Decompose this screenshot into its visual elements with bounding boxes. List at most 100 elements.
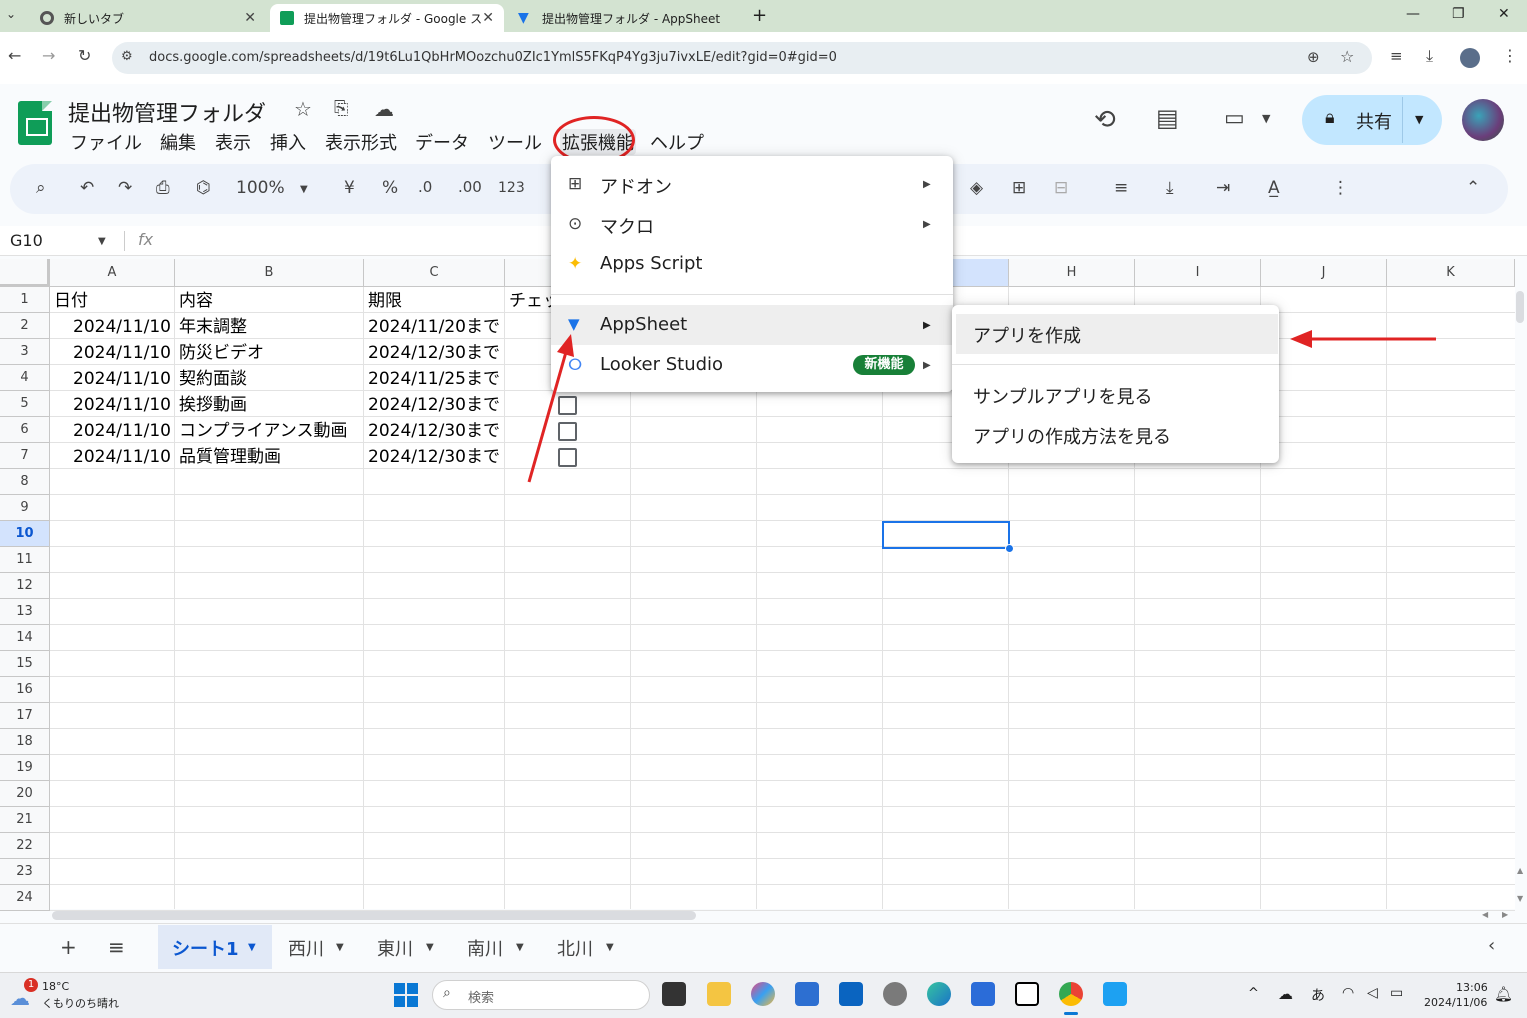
column-header[interactable]: H (1009, 259, 1135, 287)
sheet-tab-minamikawa[interactable]: 南川 (467, 935, 503, 961)
clock-time[interactable]: 13:06 (1456, 981, 1488, 994)
app-icon[interactable] (1103, 982, 1127, 1006)
row-header[interactable]: 3 (0, 339, 50, 365)
menu-item-appsheet[interactable]: AppSheet (600, 314, 687, 335)
file-explorer-icon[interactable] (707, 982, 731, 1006)
bookmark-star-icon[interactable]: ☆ (1340, 47, 1354, 66)
row-header[interactable]: 11 (0, 547, 50, 573)
taskbar-search[interactable] (432, 980, 650, 1010)
select-all-corner[interactable] (0, 259, 50, 287)
download-icon[interactable]: ⤓ (1426, 46, 1433, 66)
scroll-left-icon[interactable]: ◀ (1482, 910, 1488, 919)
menu-file[interactable]: ファイル (70, 129, 142, 155)
cloud-saved-icon[interactable]: ☁ (374, 97, 394, 121)
text-rotation-icon[interactable]: A̲ (1268, 178, 1280, 198)
menu-item-macros[interactable]: マクロ (600, 213, 654, 239)
restore-icon[interactable]: ❐ (1452, 6, 1465, 22)
percent-button[interactable]: % (382, 178, 398, 198)
row-header[interactable]: 6 (0, 417, 50, 443)
menu-item-looker-studio[interactable]: Looker Studio (600, 354, 723, 375)
search-menus-icon[interactable]: ⌕ (36, 178, 46, 198)
menu-item-sample-apps[interactable]: サンプルアプリを見る (973, 383, 1152, 409)
scroll-up-icon[interactable]: ▲ (1517, 866, 1523, 875)
forward-icon[interactable]: → (42, 46, 55, 65)
meet-icon[interactable]: ▭ (1224, 106, 1245, 131)
new-tab-icon[interactable]: + (752, 5, 767, 26)
borders-icon[interactable]: ⊞ (1012, 178, 1026, 198)
name-box[interactable]: G10 (10, 231, 43, 250)
deadline-cell[interactable]: 2024/12/30まで (368, 340, 503, 366)
row-header[interactable]: 1 (0, 287, 50, 313)
menu-data[interactable]: データ (415, 129, 469, 155)
row-header[interactable]: 12 (0, 573, 50, 599)
volume-icon[interactable]: ◁ (1367, 985, 1378, 1001)
row-header[interactable]: 19 (0, 755, 50, 781)
row-header[interactable]: 14 (0, 625, 50, 651)
row-header[interactable]: 22 (0, 833, 50, 859)
document-title[interactable]: 提出物管理フォルダ (68, 96, 266, 128)
media-icon[interactable]: ≡ (1390, 47, 1403, 65)
ime-indicator[interactable]: あ (1311, 985, 1325, 1005)
zoom-icon[interactable]: ⊕ (1307, 48, 1320, 66)
date-cell[interactable]: 2024/11/10 (52, 340, 171, 366)
deadline-cell[interactable]: 2024/11/20まで (368, 314, 503, 340)
merge-cells-icon[interactable]: ⊟ (1054, 178, 1068, 198)
menu-view[interactable]: 表示 (215, 129, 251, 155)
fill-handle[interactable] (1005, 544, 1014, 553)
row-header[interactable]: 7 (0, 443, 50, 469)
header-cell[interactable]: 内容 (179, 288, 362, 314)
content-cell[interactable]: 挨拶動画 (179, 392, 362, 418)
settings-icon[interactable] (883, 982, 907, 1006)
currency-button[interactable]: ¥ (344, 178, 355, 198)
row-header[interactable]: 8 (0, 469, 50, 495)
row-header[interactable]: 2 (0, 313, 50, 339)
window-close-icon[interactable]: ✕ (1498, 6, 1510, 22)
fill-color-icon[interactable]: ◈ (970, 178, 983, 198)
task-view-icon[interactable] (662, 982, 686, 1006)
notion-icon[interactable] (1015, 982, 1039, 1006)
sheet-tab-kitakawa[interactable]: 北川 (557, 935, 593, 961)
column-header[interactable]: K (1387, 259, 1515, 287)
align-horizontal-icon[interactable]: ≡ (1114, 178, 1128, 198)
menu-item-how-to-create[interactable]: アプリの作成方法を見る (973, 423, 1171, 449)
move-folder-icon[interactable]: ⎘ (334, 98, 348, 119)
row-header[interactable]: 10 (0, 521, 50, 547)
print-icon[interactable]: ⎙ (156, 178, 170, 198)
row-header[interactable]: 18 (0, 729, 50, 755)
browser-tab-sheets[interactable]: 提出物管理フォルダ - Google ス ✕ (270, 4, 504, 32)
menu-item-create-app[interactable]: アプリを作成 (973, 322, 1081, 348)
clock-date[interactable]: 2024/11/06 (1424, 996, 1487, 1009)
row-header[interactable]: 4 (0, 365, 50, 391)
back-icon[interactable]: ← (8, 46, 21, 65)
user-avatar[interactable] (1462, 99, 1504, 141)
zoom-dropdown-icon[interactable]: ▼ (300, 184, 308, 195)
row-header[interactable]: 23 (0, 859, 50, 885)
row-header[interactable]: 21 (0, 807, 50, 833)
meet-dropdown-icon[interactable]: ▼ (1262, 112, 1270, 125)
zoom-select[interactable]: 100% (236, 178, 285, 198)
align-vertical-icon[interactable]: ⤓ (1166, 178, 1174, 198)
wifi-icon[interactable]: ◠ (1342, 985, 1354, 1001)
sheet-tab-dropdown-icon[interactable]: ▼ (606, 942, 614, 953)
deadline-cell[interactable]: 2024/12/30まで (368, 418, 503, 444)
redo-icon[interactable]: ↷ (118, 178, 132, 198)
undo-icon[interactable]: ↶ (80, 178, 94, 198)
row-header[interactable]: 24 (0, 885, 50, 911)
collapse-toolbar-icon[interactable]: ⌃ (1466, 178, 1480, 198)
row-header[interactable]: 13 (0, 599, 50, 625)
column-header[interactable]: I (1135, 259, 1261, 287)
scroll-right-icon[interactable]: ▶ (1502, 910, 1508, 919)
windows-start-icon[interactable] (394, 983, 418, 1007)
text-wrap-icon[interactable]: ⇥ (1216, 178, 1230, 198)
copilot-icon[interactable] (751, 982, 775, 1006)
name-box-dropdown-icon[interactable]: ▼ (98, 236, 106, 247)
sheet-tab-dropdown-icon[interactable]: ▼ (336, 942, 344, 953)
deadline-cell[interactable]: 2024/12/30まで (368, 444, 503, 470)
header-cell[interactable]: 日付 (54, 288, 173, 314)
browser-tab-appsheet[interactable]: ▼ 提出物管理フォルダ - AppSheet (508, 4, 744, 32)
browser-tab-newtab[interactable]: 新しいタブ ✕ (30, 4, 266, 32)
checkbox[interactable] (558, 396, 577, 415)
row-header[interactable]: 17 (0, 703, 50, 729)
column-header[interactable]: A (50, 259, 175, 287)
sheet-tab-nishikawa[interactable]: 西川 (288, 935, 324, 961)
